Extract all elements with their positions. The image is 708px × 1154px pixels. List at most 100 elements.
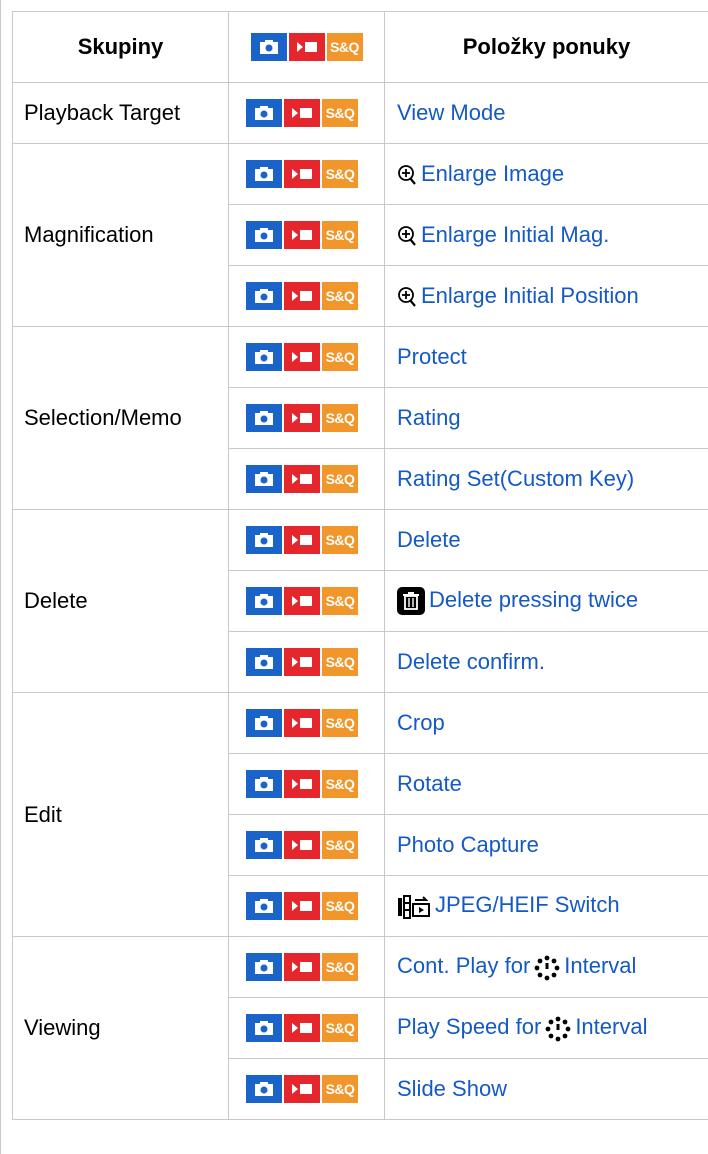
movie-icon	[292, 1023, 312, 1034]
magnify-plus-icon	[398, 226, 416, 246]
mode-badges: S&Q	[246, 99, 358, 128]
menu-item-link[interactable]: Enlarge Initial Position	[421, 283, 639, 308]
movie-mode-badge	[284, 526, 320, 555]
mode-badges: S&Q	[250, 33, 363, 62]
sq-mode-badge: S&Q	[326, 33, 363, 62]
menu-item-label: Protect	[397, 344, 467, 369]
menu-item-link[interactable]: Photo Capture	[397, 832, 539, 857]
mode-cell: S&Q	[228, 326, 385, 388]
movie-icon	[292, 169, 312, 180]
group-name: Delete	[12, 509, 229, 693]
group-name: Magnification	[12, 143, 229, 327]
menu-item-label: Crop	[397, 710, 445, 735]
movie-mode-badge	[284, 587, 320, 616]
camera-icon	[255, 350, 273, 365]
menu-item-link[interactable]: Play Speed for Interval	[397, 1014, 647, 1041]
movie-icon	[296, 42, 317, 53]
mode-badges: S&Q	[246, 587, 358, 616]
menu-item-cell: Enlarge Initial Mag.	[384, 204, 708, 266]
movie-mode-badge	[284, 709, 320, 738]
camera-icon	[255, 777, 273, 792]
photo-mode-badge	[246, 770, 282, 799]
menu-item-link[interactable]: Rotate	[397, 771, 462, 796]
movie-mode-badge	[284, 343, 320, 372]
header-modes: S&Q	[228, 11, 385, 83]
mode-badges: S&Q	[246, 404, 358, 433]
photo-mode-badge	[246, 160, 282, 189]
mode-cell: S&Q	[228, 753, 385, 815]
header-items: Položky ponuky	[384, 11, 708, 83]
menu-item-link[interactable]: View Mode	[397, 100, 505, 125]
movie-mode-badge	[284, 770, 320, 799]
mode-cell: S&Q	[228, 143, 385, 205]
menu-item-label: JPEG/HEIF Switch	[435, 892, 620, 918]
camera-icon	[255, 960, 273, 975]
menu-item-cell: Slide Show	[384, 1058, 708, 1120]
menu-item-label: Rating Set(Custom Key)	[397, 466, 635, 491]
menu-item-label: Delete confirm.	[397, 649, 545, 674]
movie-icon	[292, 779, 312, 790]
movie-icon	[292, 718, 312, 729]
sq-mode-badge: S&Q	[322, 1075, 358, 1104]
sq-mode-badge: S&Q	[322, 953, 358, 982]
camera-icon	[255, 472, 273, 487]
menu-item-link[interactable]: Slide Show	[397, 1076, 507, 1101]
mode-cell: S&Q	[228, 1058, 385, 1120]
mode-badges: S&Q	[246, 1075, 358, 1104]
menu-item-link[interactable]: Delete confirm.	[397, 649, 545, 674]
mode-badges: S&Q	[246, 770, 358, 799]
sq-mode-badge: S&Q	[322, 404, 358, 433]
photo-mode-badge	[246, 1014, 282, 1043]
magnify-plus-icon	[398, 165, 416, 185]
mode-badges: S&Q	[246, 831, 358, 860]
photo-mode-badge	[250, 33, 287, 62]
camera-icon	[255, 716, 273, 731]
table-row: Delete S&Q Delete	[12, 509, 708, 693]
sq-mode-badge: S&Q	[322, 465, 358, 494]
menu-item-link[interactable]: Cont. Play for Interval	[397, 953, 636, 980]
mode-cell: S&Q	[228, 387, 385, 449]
camera-icon	[255, 228, 273, 243]
photo-mode-badge	[246, 282, 282, 311]
menu-item-link[interactable]: JPEG/HEIF Switch	[435, 892, 620, 917]
mode-badges: S&Q	[246, 1014, 358, 1043]
movie-mode-badge	[284, 648, 320, 677]
sq-mode-badge: S&Q	[322, 99, 358, 128]
menu-item-link[interactable]: Crop	[397, 710, 445, 735]
movie-mode-badge	[284, 404, 320, 433]
mode-badges: S&Q	[246, 648, 358, 677]
camera-icon	[255, 106, 273, 121]
menu-item-link[interactable]: Delete	[397, 527, 461, 552]
movie-mode-badge	[284, 282, 320, 311]
header-row: Skupiny S&Q Položky ponuky	[12, 11, 708, 83]
menu-item-link[interactable]: Rating	[397, 405, 461, 430]
menu-item-cell: Delete pressing twice	[384, 570, 708, 632]
menu-table: Skupiny S&Q Položky ponuky Playback Targ…	[12, 11, 708, 1120]
table-row: Viewing S&Q Cont. Play for Interval	[12, 936, 708, 1120]
sq-mode-badge: S&Q	[322, 160, 358, 189]
menu-item-link[interactable]: Rating Set(Custom Key)	[397, 466, 634, 491]
table-row: Selection/Memo S&Q Protect	[12, 326, 708, 510]
photo-mode-badge	[246, 99, 282, 128]
movie-icon	[292, 230, 312, 241]
photo-mode-badge	[246, 892, 282, 921]
movie-mode-badge	[284, 1075, 320, 1104]
menu-item-cell: Delete confirm.	[384, 631, 708, 693]
menu-item-cell: Rating Set(Custom Key)	[384, 448, 708, 510]
menu-item-label: Rating	[397, 405, 461, 430]
menu-item-link[interactable]: Delete pressing twice	[429, 587, 638, 612]
menu-item-link[interactable]: Enlarge Image	[421, 161, 564, 186]
header-groups: Skupiny	[12, 11, 229, 83]
menu-item-cell: View Mode	[384, 82, 708, 144]
sq-mode-badge: S&Q	[322, 831, 358, 860]
mode-badges: S&Q	[246, 221, 358, 250]
menu-item-link[interactable]: Enlarge Initial Mag.	[421, 222, 609, 247]
photo-mode-badge	[246, 343, 282, 372]
sq-mode-badge: S&Q	[322, 282, 358, 311]
photo-mode-badge	[246, 221, 282, 250]
menu-item-link[interactable]: Protect	[397, 344, 467, 369]
menu-item-label: Delete pressing twice	[429, 586, 639, 612]
mode-badges: S&Q	[246, 892, 358, 921]
mode-cell: S&Q	[228, 631, 385, 693]
mode-badges: S&Q	[246, 709, 358, 738]
